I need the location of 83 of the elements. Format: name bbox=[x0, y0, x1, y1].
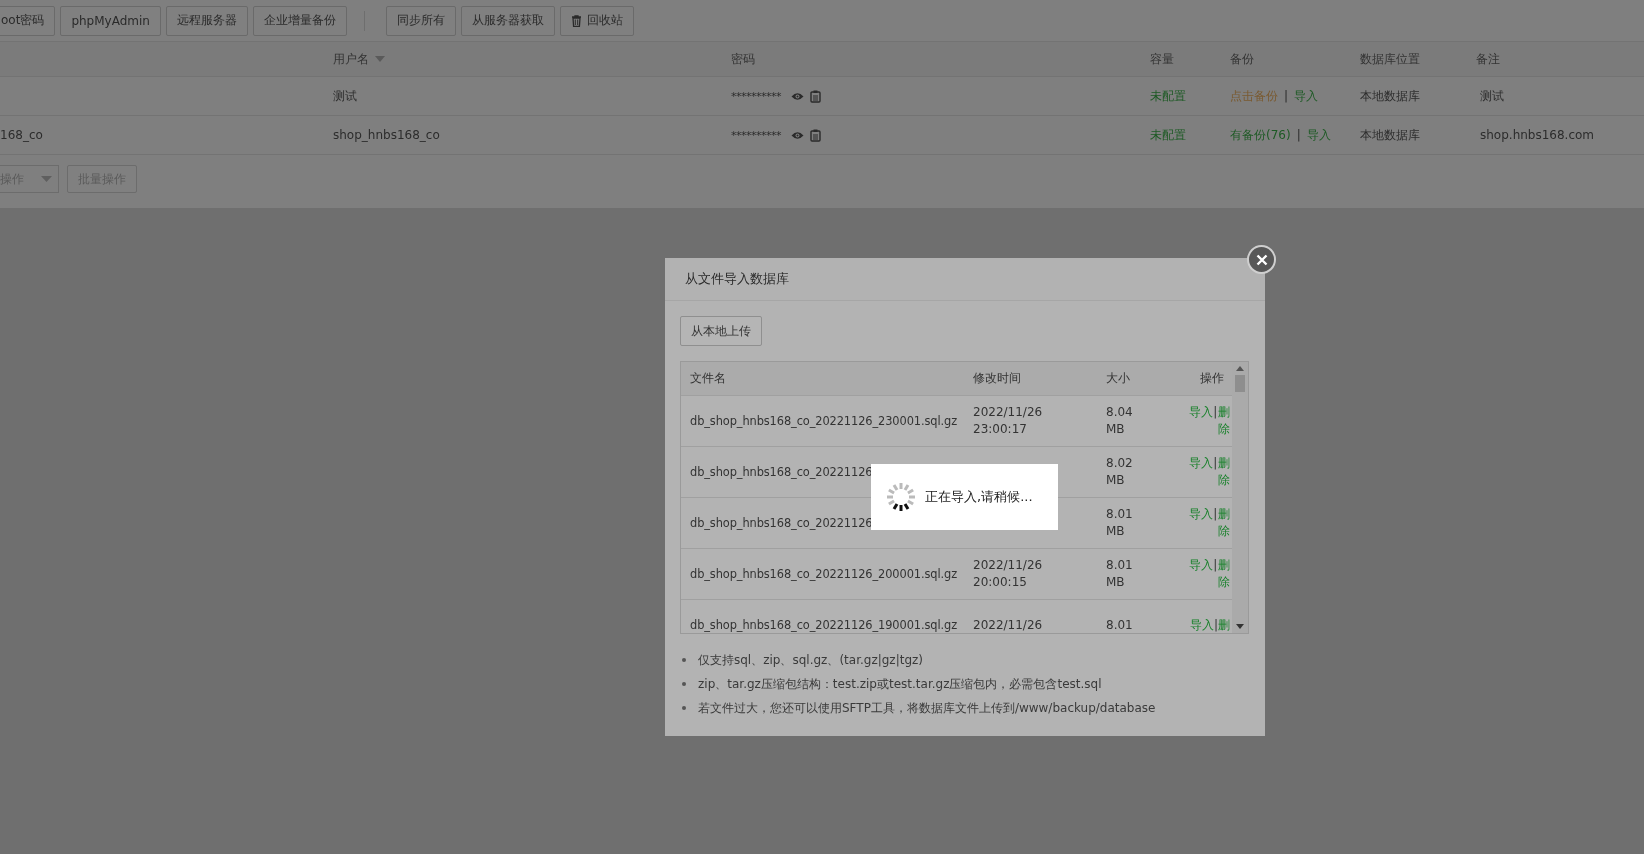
eye-icon[interactable] bbox=[791, 130, 804, 140]
separator-text: | bbox=[1213, 558, 1218, 572]
file-name-cell: db_shop_hnbs168_co_20221126_190001.sql.gz bbox=[690, 618, 957, 632]
column-header: 密码 bbox=[731, 50, 755, 68]
toolbar-button[interactable]: phpMyAdmin bbox=[60, 5, 161, 36]
trash-icon bbox=[570, 14, 582, 27]
capacity-link[interactable]: 未配置 bbox=[1150, 87, 1186, 105]
note-text: 仅支持sql、zip、sql.gz、(tar.gz|gz|tgz) bbox=[698, 651, 923, 669]
toolbar-button[interactable]: oot密码 bbox=[0, 5, 56, 36]
eye-icon[interactable] bbox=[791, 91, 804, 101]
note-text: zip、tar.gz压缩包结构：test.zip或test.tar.gz压缩包内，必需包含test.sql bbox=[698, 675, 1102, 693]
scrollbar-thumb[interactable] bbox=[1235, 375, 1245, 392]
table-cell: 168_co bbox=[0, 128, 43, 142]
caret-icon bbox=[41, 176, 52, 182]
username-cell: 测试 bbox=[333, 87, 357, 105]
spinner-icon bbox=[885, 481, 917, 513]
toolbar-button[interactable]: 从服务器获取 bbox=[460, 5, 555, 36]
column-header: 备注 bbox=[1476, 50, 1500, 68]
time-text: 2022/11/26 bbox=[973, 557, 1043, 574]
column-header: 用户名 bbox=[333, 50, 369, 68]
column-header: 文件名 bbox=[690, 370, 726, 387]
size-text: 8.01 bbox=[1106, 557, 1133, 574]
size-text: MB bbox=[1106, 574, 1125, 591]
username-cell: shop_hnbs168_co bbox=[333, 128, 440, 142]
note-cell: shop.hnbs168.com bbox=[1480, 128, 1595, 142]
note-text: 若文件过大，您还可以使用SFTP工具，将数据库文件上传到/www/backup/database bbox=[698, 699, 1156, 717]
action-link[interactable]: 删除 bbox=[1217, 506, 1230, 540]
time-text: 20:00:15 bbox=[973, 574, 1027, 591]
size-text: MB bbox=[1106, 472, 1125, 489]
dialog-title: 从文件导入数据库 bbox=[685, 270, 789, 288]
action-link[interactable]: 导入 bbox=[1189, 616, 1214, 633]
size-text: 8.01 bbox=[1106, 506, 1133, 523]
file-name-cell: db_shop_hnbs168_co_20221126_200001.sql.gz bbox=[690, 567, 957, 581]
loading-text: 正在导入,请稍候... bbox=[925, 488, 1033, 506]
separator-text: | bbox=[1213, 617, 1218, 632]
upload-button[interactable]: 从本地上传 bbox=[680, 316, 762, 346]
column-header: 大小 bbox=[1106, 370, 1130, 387]
toolbar-button[interactable]: 远程服务器 bbox=[165, 5, 248, 36]
scroll-down-icon[interactable] bbox=[1236, 624, 1244, 629]
file-name-cell: db_shop_hnbs168_co_20221126 bbox=[690, 465, 873, 479]
password-mask: ********** bbox=[731, 128, 781, 142]
size-text: MB bbox=[1106, 523, 1125, 540]
separator-text: | bbox=[1213, 507, 1218, 521]
close-button[interactable] bbox=[1247, 245, 1276, 274]
column-header: 容量 bbox=[1150, 50, 1174, 68]
size-text: 8.04 bbox=[1106, 404, 1133, 421]
action-link[interactable]: 删除 bbox=[1217, 455, 1230, 489]
copy-icon[interactable] bbox=[810, 128, 821, 142]
separator-text: | bbox=[1213, 456, 1218, 470]
backup-link[interactable]: 点击备份 bbox=[1230, 87, 1278, 105]
time-text: 2022/11/26 bbox=[973, 616, 1043, 633]
separator-text: | bbox=[1296, 128, 1301, 142]
location-cell: 本地数据库 bbox=[1360, 126, 1420, 144]
copy-icon[interactable] bbox=[810, 89, 821, 103]
size-text: 8.02 bbox=[1106, 455, 1133, 472]
action-link[interactable]: 删 bbox=[1218, 616, 1230, 633]
import-link[interactable]: 导入 bbox=[1306, 126, 1331, 144]
file-name-cell: db_shop_hnbs168_co_20221126_230001.sql.gz bbox=[690, 414, 957, 428]
column-header: 修改时间 bbox=[973, 370, 1021, 387]
size-text: 8.01 bbox=[1106, 616, 1133, 633]
toolbar-button[interactable]: 企业增量备份 bbox=[252, 5, 347, 36]
size-text: MB bbox=[1106, 421, 1125, 438]
note-cell: 测试 bbox=[1480, 87, 1504, 105]
capacity-link[interactable]: 未配置 bbox=[1150, 126, 1186, 144]
backup-link[interactable]: 有备份(76) bbox=[1230, 126, 1291, 144]
scroll-up-icon[interactable] bbox=[1236, 366, 1244, 371]
time-text: 2022/11/26 bbox=[973, 404, 1043, 421]
close-icon bbox=[1255, 253, 1268, 266]
location-cell: 本地数据库 bbox=[1360, 87, 1420, 105]
import-link[interactable]: 导入 bbox=[1294, 87, 1319, 105]
column-header: 操作 bbox=[1200, 370, 1224, 387]
scrollbar[interactable] bbox=[1232, 362, 1248, 633]
action-link[interactable]: 删除 bbox=[1217, 557, 1230, 591]
separator-text: | bbox=[1284, 89, 1289, 103]
toolbar-button[interactable]: 回收站 bbox=[559, 5, 634, 36]
toolbar-button[interactable]: 同步所有 bbox=[385, 5, 456, 36]
column-header: 数据库位置 bbox=[1360, 50, 1420, 68]
time-text: 23:00:17 bbox=[973, 421, 1027, 438]
password-mask: ********** bbox=[731, 89, 781, 103]
separator-text: | bbox=[1213, 405, 1218, 419]
action-link[interactable]: 删除 bbox=[1217, 404, 1230, 438]
column-header: 备份 bbox=[1230, 50, 1254, 68]
file-name-cell: db_shop_hnbs168_co_20221126 bbox=[690, 516, 873, 530]
